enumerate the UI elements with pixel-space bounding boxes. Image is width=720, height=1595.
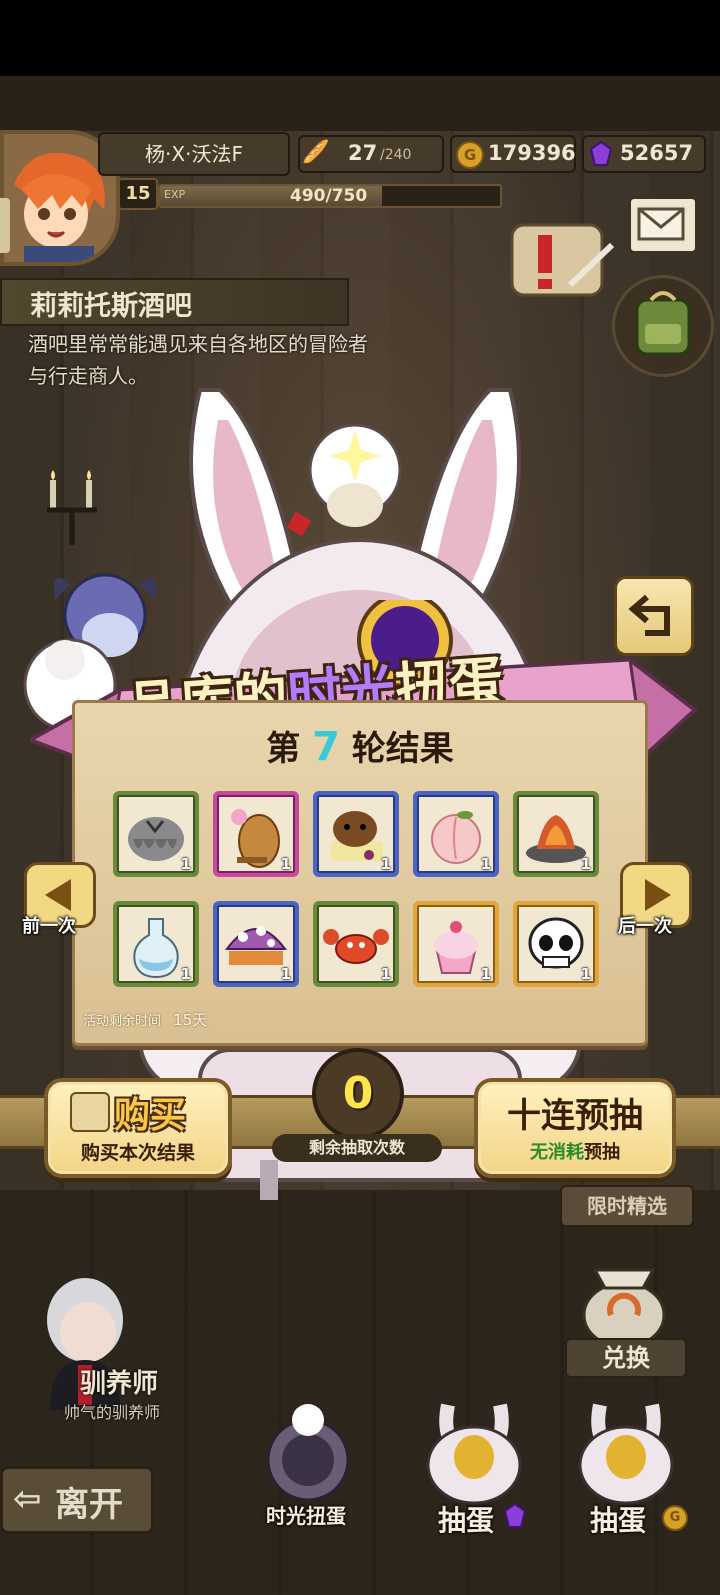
ten-preview-title: 十连预抽: [507, 1096, 643, 1136]
scroll-quill-icon: [510, 223, 615, 297]
limited-offer-button[interactable]: 限时精选: [560, 1185, 694, 1227]
event-time-label: 活动剩余时间: [83, 1014, 162, 1029]
round-prefix: 第: [266, 729, 301, 769]
backpack-icon: [635, 291, 691, 356]
backpack-button[interactable]: [612, 275, 714, 377]
exchange-bag-icon: [582, 1268, 666, 1349]
gold-display[interactable]: G 179396: [450, 135, 576, 173]
remaining-draws-counter: 0: [312, 1048, 404, 1140]
gold-coin-icon: G: [662, 1505, 688, 1531]
egg-gem-label: 抽蛋: [437, 1504, 494, 1537]
ten-preview-subtitle: 无消耗预抽: [478, 1138, 672, 1164]
purple-gem-icon: [504, 1503, 526, 1528]
gacha-ticket-icon: [70, 1092, 110, 1132]
result-item-potion-flask[interactable]: 1: [113, 901, 199, 987]
result-item-pink-cupcake[interactable]: 1: [413, 901, 499, 987]
candle-holder: [42, 460, 102, 550]
next-label[interactable]: 后一次: [618, 912, 672, 938]
result-item-peach[interactable]: 1: [413, 791, 499, 877]
result-item-skull-mask[interactable]: 1: [513, 901, 599, 987]
ten-preview-rest: 预抽: [584, 1142, 620, 1163]
item-quantity: 1: [480, 855, 491, 873]
item-quantity: 1: [180, 965, 191, 983]
prev-label[interactable]: 前一次: [22, 912, 76, 938]
item-quantity: 1: [180, 855, 191, 873]
leave-button[interactable]: ⇦ 离开: [0, 1466, 154, 1534]
player-name: 杨·X·沃法F: [98, 132, 290, 176]
back-button[interactable]: [614, 576, 694, 656]
item-quantity: 1: [280, 855, 291, 873]
round-suffix: 轮结果: [351, 729, 454, 769]
item-quantity: 1: [580, 855, 591, 873]
return-arrow-icon: [628, 594, 670, 636]
stamina-max: /240: [380, 147, 412, 163]
buy-title: 购买: [114, 1095, 187, 1136]
exchange-label: 兑换: [565, 1338, 687, 1378]
result-item-bear-dessert[interactable]: 1: [313, 791, 399, 877]
gem-value: 52657: [620, 141, 694, 165]
stamina-value: 27: [348, 141, 378, 165]
remaining-draws-value: 0: [342, 1068, 374, 1119]
exp-label: EXP: [164, 188, 186, 201]
egg-machine-icon: [578, 1403, 674, 1505]
player-level: 15: [118, 178, 158, 210]
round-number: 7: [312, 724, 340, 770]
quest-scroll-button[interactable]: [500, 205, 620, 315]
item-quantity: 1: [380, 855, 391, 873]
ten-preview-button[interactable]: 十连预抽 无消耗预抽: [474, 1078, 676, 1178]
exp-text: 490/750: [290, 186, 368, 206]
gold-value: 179396: [488, 141, 576, 165]
trainer-title: 驯养师: [80, 1369, 159, 1399]
remaining-draws-label: 剩余抽取次数: [272, 1134, 442, 1162]
time-gacha-icon: [266, 1404, 350, 1502]
results-panel: 第 7 轮结果 1 1 1 1 1 1 1 1 1 1 活动剩余时间 15天: [72, 700, 648, 1046]
purple-gem-icon: [589, 140, 613, 171]
ten-preview-highlight: 无消耗: [530, 1142, 584, 1163]
item-quantity: 1: [580, 965, 591, 983]
event-time-value: 15天: [173, 1011, 208, 1029]
time-gacha-tab[interactable]: 时光扭蛋: [250, 1400, 362, 1530]
round-title: 第 7 轮结果: [75, 721, 645, 770]
exp-bar: EXP 490/750: [158, 184, 502, 208]
location-title: 莉莉托斯酒吧: [30, 291, 192, 322]
egg-gem-tab[interactable]: 抽蛋: [418, 1395, 530, 1537]
egg-gold-tab[interactable]: 抽蛋 G: [570, 1395, 688, 1537]
top-hud: 杨·X·沃法F 15 EXP 490/750 🥖 27 /240 G 17939…: [0, 130, 720, 266]
leave-label: 离开: [55, 1485, 123, 1525]
time-gacha-label: 时光扭蛋: [266, 1504, 346, 1528]
envelope-icon: [637, 207, 685, 241]
result-item-roast-chicken[interactable]: 1: [213, 791, 299, 877]
trainer-subtitle: 帅气的驯养师: [64, 1403, 161, 1422]
egg-gold-label: 抽蛋: [589, 1504, 646, 1537]
stamina-display[interactable]: 🥖 27 /240: [298, 135, 444, 173]
exchange-button[interactable]: 兑换: [565, 1260, 687, 1380]
buy-subtitle: 购买本次结果: [80, 1142, 195, 1164]
gold-coin-icon: G: [456, 141, 484, 169]
event-time: 活动剩余时间 15天: [83, 1009, 207, 1030]
result-item-red-crab[interactable]: 1: [313, 901, 399, 987]
trainer-nameplate: 驯养师 帅气的驯养师: [0, 1363, 170, 1422]
item-quantity: 1: [380, 965, 391, 983]
side-tab[interactable]: [0, 198, 10, 253]
ceiling-beam: [0, 76, 720, 131]
egg-machine-icon: [426, 1403, 522, 1505]
item-quantity: 1: [280, 965, 291, 983]
mail-button[interactable]: [628, 196, 698, 254]
bread-icon: 🥖: [302, 140, 330, 165]
location-title-bar: 莉莉托斯酒吧: [0, 278, 349, 326]
result-item-spotted-mushroom[interactable]: 1: [213, 901, 299, 987]
left-arrow-icon: ⇦: [13, 1479, 42, 1519]
result-item-grey-hair-wig[interactable]: 1: [113, 791, 199, 877]
gem-display[interactable]: 52657: [582, 135, 706, 173]
buy-button[interactable]: 购买 购买本次结果: [44, 1078, 232, 1178]
item-quantity: 1: [480, 965, 491, 983]
result-item-ember-pile[interactable]: 1: [513, 791, 599, 877]
